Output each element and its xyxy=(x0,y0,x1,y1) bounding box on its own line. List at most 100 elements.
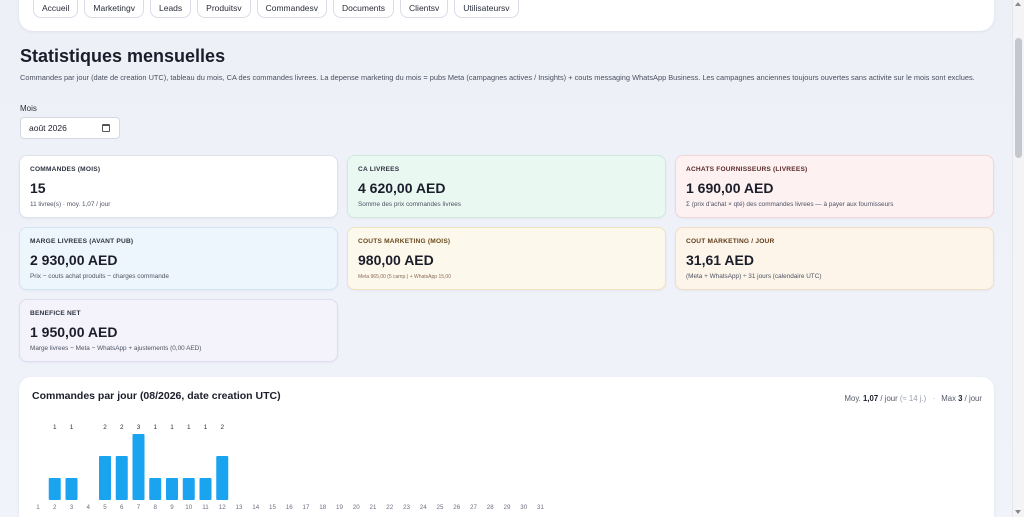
card-sub: Prix − couts achat produits − charges co… xyxy=(30,273,169,280)
nav-item-clientsv[interactable]: Clientsv xyxy=(400,0,449,18)
month-label: Mois xyxy=(20,104,37,113)
x-tick-label: 18 xyxy=(319,504,326,511)
card-label: BENEFICE NET xyxy=(30,310,81,317)
x-tick-label: 1 xyxy=(36,504,40,511)
orders-per-day-chart: 1 21314 526273819110111112213 14 15 16 17 18 19 2… xyxy=(36,424,544,511)
card-sub: Meta 965,00 (5 camp.) + WhatsApp 15,00 xyxy=(358,274,451,280)
bar-day-3[interactable] xyxy=(65,478,78,500)
card-couts-marketing: COUTS MARKETING (MOIS) 980,00 AED Meta 9… xyxy=(347,227,666,290)
card-value: 1 950,00 AED xyxy=(30,324,118,340)
nav-item-utilisateursv[interactable]: Utilisateursv xyxy=(454,0,519,18)
card-label: CA LIVREES xyxy=(358,166,400,173)
card-sub: (Meta + WhatsApp) ÷ 31 jours (calendaire… xyxy=(686,273,822,280)
x-tick-label: 29 xyxy=(504,504,511,511)
nav-item-produitsv[interactable]: Produitsv xyxy=(197,0,251,18)
card-marge-livrees: MARGE LIVREES (AVANT PUB) 2 930,00 AED P… xyxy=(19,227,338,290)
card-achats-fournisseurs: ACHATS FOURNISSEURS (LIVREES) 1 690,00 A… xyxy=(675,155,994,218)
bar-data-label: 1 xyxy=(53,424,57,431)
card-ca-livrees: CA LIVREES 4 620,00 AED Somme des prix c… xyxy=(347,155,666,218)
page-scrollbar[interactable] xyxy=(1012,0,1024,517)
card-label: ACHATS FOURNISSEURS (LIVREES) xyxy=(686,166,808,173)
card-sub: Σ (prix d'achat × qté) des commandes liv… xyxy=(686,201,894,208)
nav-item-commandesv[interactable]: Commandesv xyxy=(256,0,328,18)
x-tick-label: 11 xyxy=(202,504,209,511)
card-benefice-net: BENEFICE NET 1 950,00 AED Marge livrees … xyxy=(19,299,338,362)
x-tick-label: 2 xyxy=(53,504,57,511)
x-tick-label: 17 xyxy=(303,504,310,511)
card-label: COMMANDES (MOIS) xyxy=(30,166,101,173)
x-tick-label: 8 xyxy=(154,504,158,511)
card-sub: 11 livree(s) · moy. 1,07 / jour xyxy=(30,201,111,208)
x-tick-label: 7 xyxy=(137,504,141,511)
chart-card: Commandes par jour (08/2026, date creati… xyxy=(19,377,994,517)
bar-day-6[interactable] xyxy=(115,456,128,500)
page-title: Statistiques mensuelles xyxy=(20,46,226,66)
x-tick-label: 21 xyxy=(370,504,377,511)
x-tick-label: 26 xyxy=(453,504,460,511)
card-sub: Somme des prix commandes livrees xyxy=(358,201,461,208)
x-tick-label: 6 xyxy=(120,504,124,511)
bar-data-label: 1 xyxy=(153,424,157,431)
x-tick-label: 31 xyxy=(537,504,544,511)
nav-item-documents[interactable]: Documents xyxy=(333,0,395,18)
x-tick-label: 20 xyxy=(353,504,360,511)
bar-data-label: 1 xyxy=(204,424,208,431)
card-cout-marketing-jour: COUT MARKETING / JOUR 31,61 AED (Meta + … xyxy=(675,227,994,290)
bar-day-11[interactable] xyxy=(199,478,212,500)
card-commandes-mois: COMMANDES (MOIS) 15 11 livree(s) · moy. … xyxy=(19,155,338,218)
bar-data-label: 2 xyxy=(120,424,124,431)
x-tick-label: 16 xyxy=(286,504,293,511)
card-label: COUTS MARKETING (MOIS) xyxy=(358,238,451,245)
x-tick-label: 12 xyxy=(219,504,226,511)
scroll-down-icon[interactable] xyxy=(1015,510,1021,514)
month-picker[interactable]: août 2026 xyxy=(20,117,120,139)
bar-data-label: 1 xyxy=(187,424,191,431)
card-label: COUT MARKETING / JOUR xyxy=(686,238,775,245)
x-tick-label: 15 xyxy=(269,504,276,511)
x-tick-label: 25 xyxy=(437,504,444,511)
bar-data-label: 2 xyxy=(103,424,107,431)
nav-item-marketingv[interactable]: Marketingv xyxy=(84,0,144,18)
x-tick-label: 27 xyxy=(470,504,477,511)
x-tick-label: 10 xyxy=(185,504,192,511)
x-tick-label: 19 xyxy=(336,504,343,511)
x-tick-label: 30 xyxy=(520,504,527,511)
bar-data-label: 2 xyxy=(220,424,224,431)
card-value: 4 620,00 AED xyxy=(358,180,446,196)
bar-day-12[interactable] xyxy=(216,456,229,500)
card-value: 980,00 AED xyxy=(358,252,434,268)
bar-data-label: 1 xyxy=(70,424,74,431)
x-tick-label: 14 xyxy=(252,504,259,511)
month-value: août 2026 xyxy=(29,123,67,133)
bar-day-8[interactable] xyxy=(149,478,162,500)
bar-day-5[interactable] xyxy=(99,456,111,500)
x-tick-label: 24 xyxy=(420,504,427,511)
x-tick-label: 28 xyxy=(487,504,494,511)
nav-item-leads[interactable]: Leads xyxy=(149,0,192,18)
bar-day-2[interactable] xyxy=(48,478,61,500)
x-tick-label: 13 xyxy=(236,504,243,511)
card-sub: Marge livrees − Meta − WhatsApp + ajuste… xyxy=(30,345,202,352)
x-tick-label: 3 xyxy=(70,504,74,511)
card-value: 31,61 AED xyxy=(686,252,754,268)
x-tick-label: 22 xyxy=(386,504,393,511)
card-value: 1 690,00 AED xyxy=(686,180,774,196)
scroll-up-icon[interactable] xyxy=(1015,2,1021,6)
x-tick-label: 4 xyxy=(87,504,91,511)
bar-day-10[interactable] xyxy=(182,478,195,500)
scroll-thumb[interactable] xyxy=(1015,38,1022,158)
bar-data-label: 3 xyxy=(137,424,141,431)
calendar-icon[interactable] xyxy=(102,124,110,132)
bar-day-9[interactable] xyxy=(166,478,178,500)
card-value: 2 930,00 AED xyxy=(30,252,118,268)
x-tick-label: 5 xyxy=(103,504,107,511)
bar-day-7[interactable] xyxy=(132,434,145,500)
card-label: MARGE LIVREES (AVANT PUB) xyxy=(30,238,134,245)
x-tick-label: 9 xyxy=(170,504,174,511)
nav-item-accueil[interactable]: Accueil xyxy=(33,0,79,18)
x-tick-label: 23 xyxy=(403,504,410,511)
bar-data-label: 1 xyxy=(170,424,174,431)
page-description: Commandes par jour (date de creation UTC… xyxy=(20,73,975,82)
card-value: 15 xyxy=(30,180,46,196)
main-nav: Accueil Marketingv Leads Produitsv Commandes… xyxy=(33,0,519,18)
